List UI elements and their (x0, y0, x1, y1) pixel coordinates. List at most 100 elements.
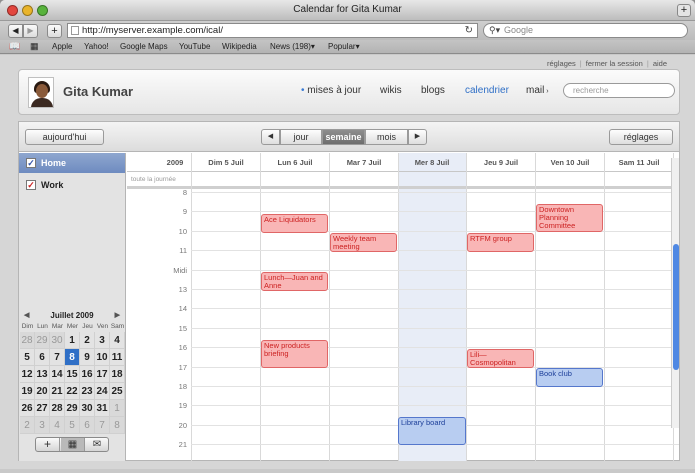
mini-day-cell[interactable]: 28 (50, 400, 65, 417)
mini-day-cell[interactable]: 27 (35, 400, 50, 417)
event-lunch-juan-anne[interactable]: Lunch—Juan and Anne (261, 272, 328, 291)
mini-day-cell[interactable]: 12 (20, 366, 35, 383)
mini-prev-month-icon[interactable]: ◀ (24, 309, 29, 322)
reload-icon[interactable]: ↻ (465, 24, 473, 37)
mini-day-cell[interactable]: 9 (80, 349, 95, 366)
home-checkbox-icon[interactable]: ✓ (26, 158, 36, 168)
mini-day-cell[interactable]: 21 (50, 383, 65, 400)
back-button[interactable]: ◀ (8, 24, 23, 38)
day-header-thu[interactable]: Jeu 9 Juil (467, 158, 535, 167)
day-header-wed[interactable]: Mer 8 Juil (398, 158, 466, 167)
mini-day-cell[interactable]: 26 (20, 400, 35, 417)
mini-day-cell[interactable]: 6 (80, 417, 95, 434)
mini-day-cell[interactable]: 8 (65, 349, 80, 366)
mini-day-cell[interactable]: 1 (110, 400, 125, 417)
mini-day-cell[interactable]: 7 (95, 417, 110, 434)
grid-scrollbar[interactable] (671, 158, 679, 428)
forward-button[interactable]: ▶ (23, 24, 38, 38)
mini-calendar-toggle-icon[interactable]: ▦ (61, 438, 85, 451)
user-name[interactable]: Gita Kumar (63, 84, 133, 99)
view-month-button[interactable]: mois (365, 129, 408, 145)
mini-day-cell[interactable]: 22 (65, 383, 80, 400)
bookmarks-book-icon[interactable]: 📖 (9, 40, 20, 53)
mini-day-cell[interactable]: 18 (110, 366, 125, 383)
mini-day-cell[interactable]: 8 (110, 417, 125, 434)
mini-next-month-icon[interactable]: ▶ (115, 309, 120, 322)
site-search-input[interactable]: recherche (563, 83, 675, 98)
event-ace-liquidators[interactable]: Ace Liquidators (261, 214, 328, 233)
next-period-button[interactable]: ▶ (408, 129, 427, 145)
logout-link[interactable]: fermer la session (586, 59, 643, 68)
mini-day-cell[interactable]: 2 (20, 417, 35, 434)
mini-day-cell[interactable]: 16 (80, 366, 95, 383)
day-header-tue[interactable]: Mar 7 Juil (330, 158, 398, 167)
day-header-sun[interactable]: Dim 5 Juil (192, 158, 260, 167)
bookmark-google-maps[interactable]: Google Maps (120, 40, 168, 53)
mini-day-cell[interactable]: 28 (20, 332, 35, 349)
bookmark-popular[interactable]: Popular▾ (328, 40, 360, 53)
nav-updates[interactable]: • mises à jour (301, 85, 361, 96)
invitations-mail-icon[interactable]: ✉ (85, 438, 109, 451)
calendar-home[interactable]: ✓ Home (19, 153, 125, 173)
nav-calendar[interactable]: calendrier (465, 85, 509, 96)
mini-day-cell[interactable]: 19 (20, 383, 35, 400)
all-day-row[interactable]: toute la journée (127, 172, 679, 189)
mini-day-cell[interactable]: 10 (95, 349, 110, 366)
event-weekly-team-meeting[interactable]: Weekly team meeting (330, 233, 397, 252)
bookmark-wikipedia[interactable]: Wikipedia (222, 40, 257, 53)
event-new-products-briefing[interactable]: New products briefing (261, 340, 328, 368)
mini-day-cell[interactable]: 2 (80, 332, 95, 349)
mini-day-cell[interactable]: 5 (20, 349, 35, 366)
bookmark-yahoo[interactable]: Yahoo! (84, 40, 109, 53)
view-day-button[interactable]: jour (280, 129, 322, 145)
add-bookmark-button[interactable]: + (47, 24, 62, 38)
mini-day-cell[interactable]: 3 (95, 332, 110, 349)
mini-day-cell[interactable]: 24 (95, 383, 110, 400)
mini-day-cell[interactable]: 29 (35, 332, 50, 349)
event-lili-cosmopolitan[interactable]: Lili—Cosmopolitan (467, 349, 534, 368)
mini-day-cell[interactable]: 6 (35, 349, 50, 366)
nav-blogs[interactable]: blogs (421, 85, 445, 96)
scrollbar-thumb[interactable] (673, 244, 679, 370)
nav-mail[interactable]: mail › (526, 85, 549, 96)
mini-day-cell[interactable]: 30 (50, 332, 65, 349)
bookmark-youtube[interactable]: YouTube (179, 40, 210, 53)
event-book-club[interactable]: Book club (536, 368, 603, 387)
event-rtfm-group[interactable]: RTFM group (467, 233, 534, 252)
mini-day-cell[interactable]: 20 (35, 383, 50, 400)
day-header-sat[interactable]: Sam 11 Juil (605, 158, 673, 167)
day-header-fri[interactable]: Ven 10 Juil (536, 158, 604, 167)
event-downtown-planning[interactable]: Downtown Planning Committee (536, 204, 603, 232)
web-search-field[interactable]: ⚲▾ Google (483, 23, 688, 38)
mini-day-cell[interactable]: 7 (50, 349, 65, 366)
settings-link[interactable]: réglages (547, 59, 576, 68)
add-calendar-button[interactable]: + (36, 438, 60, 451)
mini-day-cell[interactable]: 25 (110, 383, 125, 400)
mini-day-cell[interactable]: 5 (65, 417, 80, 434)
event-library-board[interactable]: Library board (398, 417, 466, 445)
help-link[interactable]: aide (653, 59, 667, 68)
bookmark-apple[interactable]: Apple (52, 40, 72, 53)
work-checkbox-icon[interactable]: ✓ (26, 180, 36, 190)
mini-day-cell[interactable]: 15 (65, 366, 80, 383)
mini-day-cell[interactable]: 3 (35, 417, 50, 434)
avatar[interactable] (28, 77, 54, 108)
nav-wikis[interactable]: wikis (380, 85, 402, 96)
mini-day-cell[interactable]: 17 (95, 366, 110, 383)
toolbar-toggle-button[interactable]: + (677, 4, 691, 17)
mini-day-cell[interactable]: 23 (80, 383, 95, 400)
mini-day-cell[interactable]: 4 (50, 417, 65, 434)
calendar-settings-button[interactable]: réglages (609, 129, 673, 145)
mini-day-cell[interactable]: 11 (110, 349, 125, 366)
mini-day-cell[interactable]: 14 (50, 366, 65, 383)
top-sites-grid-icon[interactable]: ▦ (30, 40, 39, 53)
url-field[interactable]: http://myserver.example.com/ical/ ↻ (67, 23, 478, 38)
today-button[interactable]: aujourd'hui (25, 129, 104, 145)
bookmark-news[interactable]: News (198)▾ (270, 40, 315, 53)
mini-day-cell[interactable]: 30 (80, 400, 95, 417)
mini-day-cell[interactable]: 13 (35, 366, 50, 383)
day-header-mon[interactable]: Lun 6 Juil (261, 158, 329, 167)
view-week-button[interactable]: semaine (322, 129, 365, 145)
mini-day-cell[interactable]: 4 (110, 332, 125, 349)
calendar-work[interactable]: ✓ Work (19, 175, 125, 195)
